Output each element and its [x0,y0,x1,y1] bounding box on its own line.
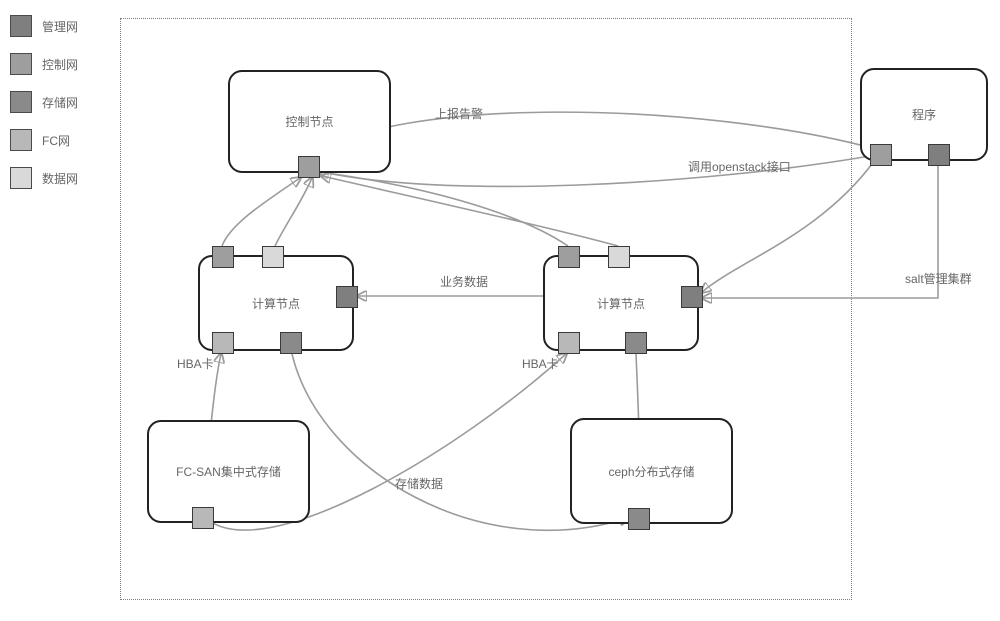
swatch-icon [10,53,32,75]
port-compute2-mgmt [681,286,703,308]
label-saltmgr: salt管理集群 [905,270,972,287]
swatch-icon [10,167,32,189]
node-label: ceph分布式存储 [608,463,694,480]
port-compute1-fc [212,332,234,354]
legend-item-data: 数据网 [10,167,78,189]
node-label: 控制节点 [285,113,333,130]
node-label: 计算节点 [252,295,300,312]
port-compute1-ctrl [212,246,234,268]
diagram-canvas: 管理网 控制网 存储网 FC网 数据网 控制节点 程序 计算节点 [0,0,1000,621]
port-compute2-fc [558,332,580,354]
legend-label: 管理网 [42,18,78,35]
swatch-icon [10,129,32,151]
port-compute1-mgmt [336,286,358,308]
node-label: FC-SAN集中式存储 [176,463,281,480]
legend-item-fc: FC网 [10,129,78,151]
port-compute2-stor [625,332,647,354]
port-control-ctrl [298,156,320,178]
port-fcsan-fc [192,507,214,529]
node-ceph: ceph分布式存储 [570,418,733,524]
legend-label: 数据网 [42,170,78,187]
legend-label: 控制网 [42,56,78,73]
port-compute2-data [608,246,630,268]
label-alarm: 上报告警 [435,105,483,122]
label-hba1: HBA卡 [177,355,214,372]
swatch-icon [10,15,32,37]
node-label: 程序 [912,106,936,123]
port-program-mgmt [928,144,950,166]
legend-item-mgmt: 管理网 [10,15,78,37]
legend-item-ctrl: 控制网 [10,53,78,75]
port-compute1-stor [280,332,302,354]
port-compute1-data [262,246,284,268]
label-openstack: 调用openstack接口 [688,158,791,175]
node-label: 计算节点 [597,295,645,312]
port-ceph-stor [628,508,650,530]
label-hba2: HBA卡 [522,355,559,372]
legend-label: 存储网 [42,94,78,111]
node-fcsan: FC-SAN集中式存储 [147,420,310,523]
label-bizdata: 业务数据 [440,273,488,290]
port-compute2-ctrl [558,246,580,268]
legend: 管理网 控制网 存储网 FC网 数据网 [10,15,78,205]
legend-label: FC网 [42,132,70,149]
swatch-icon [10,91,32,113]
port-program-ctrl [870,144,892,166]
label-stordata: 存储数据 [395,475,443,492]
legend-item-stor: 存储网 [10,91,78,113]
